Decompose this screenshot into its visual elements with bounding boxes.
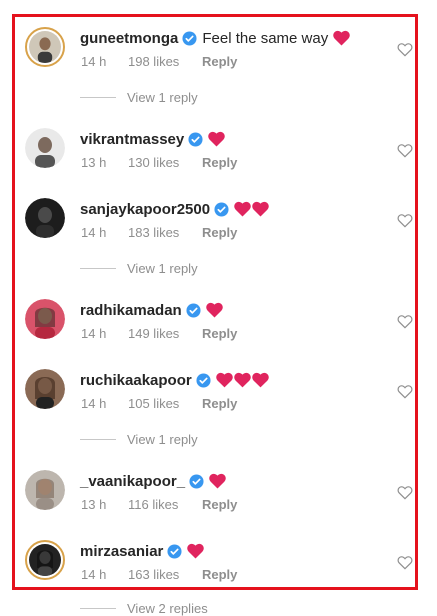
verified-badge-icon [188, 131, 203, 147]
red-heart-icon [187, 543, 205, 559]
heart-emojis [209, 473, 227, 489]
comment-item: vikrantmassey 13 h 130 likes Reply [0, 128, 437, 178]
verified-badge-icon [182, 30, 197, 46]
comment-time: 14 h [81, 396, 107, 411]
comment-time: 14 h [81, 225, 107, 240]
heart-outline-icon[interactable] [397, 384, 413, 399]
view-replies-link[interactable]: View 1 reply [80, 260, 198, 276]
heart-emojis [333, 30, 351, 46]
avatar[interactable] [25, 470, 65, 510]
reply-button[interactable]: Reply [202, 54, 237, 69]
view-replies-label[interactable]: View 1 reply [127, 432, 198, 447]
comment-username[interactable]: ruchikaakapoor [80, 372, 192, 389]
red-heart-icon [251, 372, 269, 388]
replies-divider [80, 607, 116, 609]
reply-button[interactable]: Reply [202, 567, 237, 582]
heart-emojis [208, 131, 226, 147]
comment-likes[interactable]: 183 likes [128, 225, 202, 240]
view-replies-link[interactable]: View 2 replies [80, 600, 208, 616]
comment-item: radhikamadan 14 h 149 likes Reply [0, 299, 437, 349]
view-replies-link[interactable]: View 1 reply [80, 89, 198, 105]
avatar[interactable] [25, 128, 65, 168]
view-replies-label[interactable]: View 1 reply [127, 90, 198, 105]
verified-badge-icon [196, 372, 211, 388]
comment-likes[interactable]: 149 likes [128, 326, 202, 341]
heart-outline-icon[interactable] [397, 42, 413, 57]
red-heart-icon [252, 201, 269, 217]
comment-username[interactable]: radhikamadan [80, 302, 182, 319]
verified-badge-icon [167, 543, 182, 559]
comment-likes[interactable]: 105 likes [128, 396, 202, 411]
comment-likes[interactable]: 116 likes [128, 497, 202, 512]
red-heart-icon [208, 131, 225, 147]
reply-button[interactable]: Reply [202, 225, 237, 240]
heart-emojis [205, 302, 224, 318]
reply-button[interactable]: Reply [202, 326, 237, 341]
red-heart-icon [205, 302, 223, 318]
comment-likes[interactable]: 198 likes [128, 54, 202, 69]
comment-username[interactable]: guneetmonga [80, 30, 178, 47]
comment-text: Feel the same way [202, 29, 329, 47]
comment-item: mirzasaniar 14 h 163 likes Reply [0, 540, 437, 590]
comment-time: 14 h [81, 567, 107, 582]
heart-outline-icon[interactable] [397, 485, 413, 500]
avatar[interactable] [25, 369, 65, 409]
red-heart-icon [215, 372, 233, 388]
replies-divider [80, 96, 116, 98]
replies-divider [80, 267, 116, 269]
red-heart-icon [209, 473, 226, 489]
comment-time: 14 h [81, 326, 107, 341]
comment-time: 13 h [81, 155, 107, 170]
reply-button[interactable]: Reply [202, 497, 237, 512]
comment-username[interactable]: sanjaykapoor2500 [80, 201, 210, 218]
reply-button[interactable]: Reply [202, 155, 237, 170]
heart-outline-icon[interactable] [397, 314, 413, 329]
verified-badge-icon [186, 302, 201, 318]
comment-item: sanjaykapoor2500 14 h 183 likes Reply [0, 198, 437, 248]
verified-badge-icon [189, 473, 204, 489]
comment-item: ruchikaakapoor 14 h 105 likes Reply [0, 369, 437, 419]
comment-time: 13 h [81, 497, 107, 512]
reply-button[interactable]: Reply [202, 396, 237, 411]
heart-outline-icon[interactable] [397, 143, 413, 158]
heart-emojis [234, 201, 270, 217]
heart-emojis [215, 372, 270, 388]
comment-username[interactable]: _vaanikapoor_ [80, 473, 185, 490]
red-heart-icon [333, 30, 350, 46]
comment-likes[interactable]: 130 likes [128, 155, 202, 170]
comment-list: guneetmonga Feel the same way 14 h 198 l… [0, 0, 437, 616]
comment-likes[interactable]: 163 likes [128, 567, 202, 582]
red-heart-icon [234, 201, 251, 217]
avatar[interactable] [25, 299, 65, 339]
view-replies-label[interactable]: View 2 replies [127, 601, 208, 616]
comment-time: 14 h [81, 54, 107, 69]
comment-username[interactable]: vikrantmassey [80, 131, 184, 148]
avatar[interactable] [25, 540, 65, 580]
comment-item: _vaanikapoor_ 13 h 116 likes Reply [0, 470, 437, 520]
heart-emojis [187, 543, 205, 559]
comment-item: guneetmonga Feel the same way 14 h 198 l… [0, 27, 437, 77]
avatar[interactable] [25, 27, 65, 67]
verified-badge-icon [214, 201, 229, 217]
red-heart-icon [233, 372, 251, 388]
heart-outline-icon[interactable] [397, 213, 413, 228]
comment-username[interactable]: mirzasaniar [80, 543, 163, 560]
heart-outline-icon[interactable] [397, 555, 413, 570]
replies-divider [80, 438, 116, 440]
view-replies-link[interactable]: View 1 reply [80, 431, 198, 447]
view-replies-label[interactable]: View 1 reply [127, 261, 198, 276]
avatar[interactable] [25, 198, 65, 238]
